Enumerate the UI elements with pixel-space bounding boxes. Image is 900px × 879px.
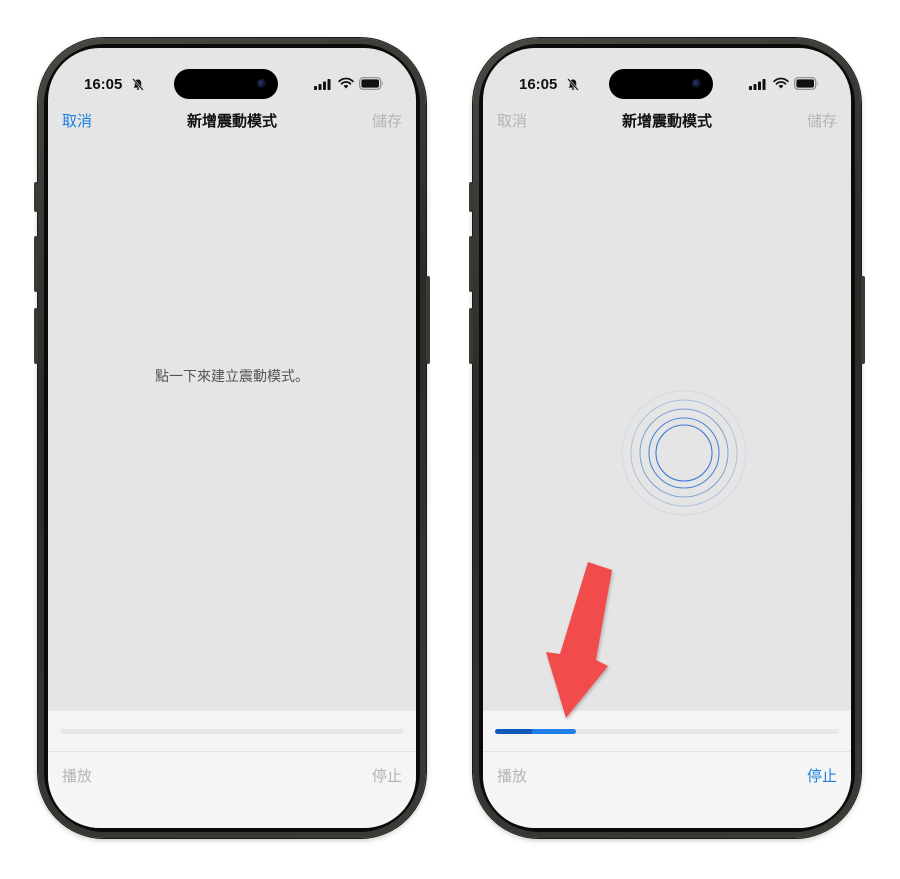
volume-down-button [469,308,473,364]
divider [483,751,851,752]
volume-up-button [34,236,38,292]
bell-slash-icon [567,78,579,91]
power-button [426,276,430,364]
status-time: 16:05 [519,76,558,93]
page-title: 新增震動模式 [621,112,712,130]
stop-button[interactable]: 停止 [807,765,837,786]
cancel-button[interactable]: 取消 [62,110,92,131]
action-button [34,182,38,212]
wifi-icon [773,77,789,89]
camera-lens [692,79,701,88]
play-button[interactable]: 播放 [497,765,527,786]
page-title-wrap: 新增震動模式 [483,110,851,131]
bell-slash-icon [132,78,144,91]
cellular-signal-icon [314,79,331,90]
screen-left[interactable]: 16:05 取消 新增震動模式 儲存 點一下來建立震動模式。 播放 停止 [48,48,416,828]
battery-icon [794,77,818,90]
power-button [861,276,865,364]
red-arrow-icon [546,562,612,718]
dynamic-island [174,69,278,99]
progress-track [60,729,404,734]
playback-panel: 播放 停止 [483,710,851,828]
action-button [469,182,473,212]
status-bar: 16:05 [483,48,851,104]
cellular-signal-icon [749,79,766,90]
save-button[interactable]: 儲存 [372,110,402,131]
progress-fill [495,729,576,734]
dynamic-island [609,69,713,99]
save-button[interactable]: 儲存 [807,110,837,131]
status-bar: 16:05 [48,48,416,104]
status-time: 16:05 [84,76,123,93]
wifi-icon [338,77,354,89]
volume-up-button [469,236,473,292]
nav-bar: 取消 新增震動模式 儲存 [483,106,851,136]
camera-lens [257,79,266,88]
stop-button[interactable]: 停止 [372,765,402,786]
phone-left: 16:05 取消 新增震動模式 儲存 點一下來建立震動模式。 播放 停止 [34,38,430,838]
screen-right[interactable]: 16:05 取消 新增震動模式 儲存 播放 停止 [483,48,851,828]
phone-right: 16:05 取消 新增震動模式 儲存 播放 停止 [469,38,865,838]
touch-ripple-icon [621,390,747,516]
volume-down-button [34,308,38,364]
tap-hint-text: 點一下來建立震動模式。 [155,369,309,385]
page-title-wrap: 新增震動模式 [48,110,416,131]
progress-track [495,729,839,734]
playback-panel: 播放 停止 [48,710,416,828]
play-button[interactable]: 播放 [62,765,92,786]
nav-bar: 取消 新增震動模式 儲存 [48,106,416,136]
battery-icon [359,77,383,90]
divider [48,751,416,752]
cancel-button[interactable]: 取消 [497,110,527,131]
page-title: 新增震動模式 [186,112,277,130]
